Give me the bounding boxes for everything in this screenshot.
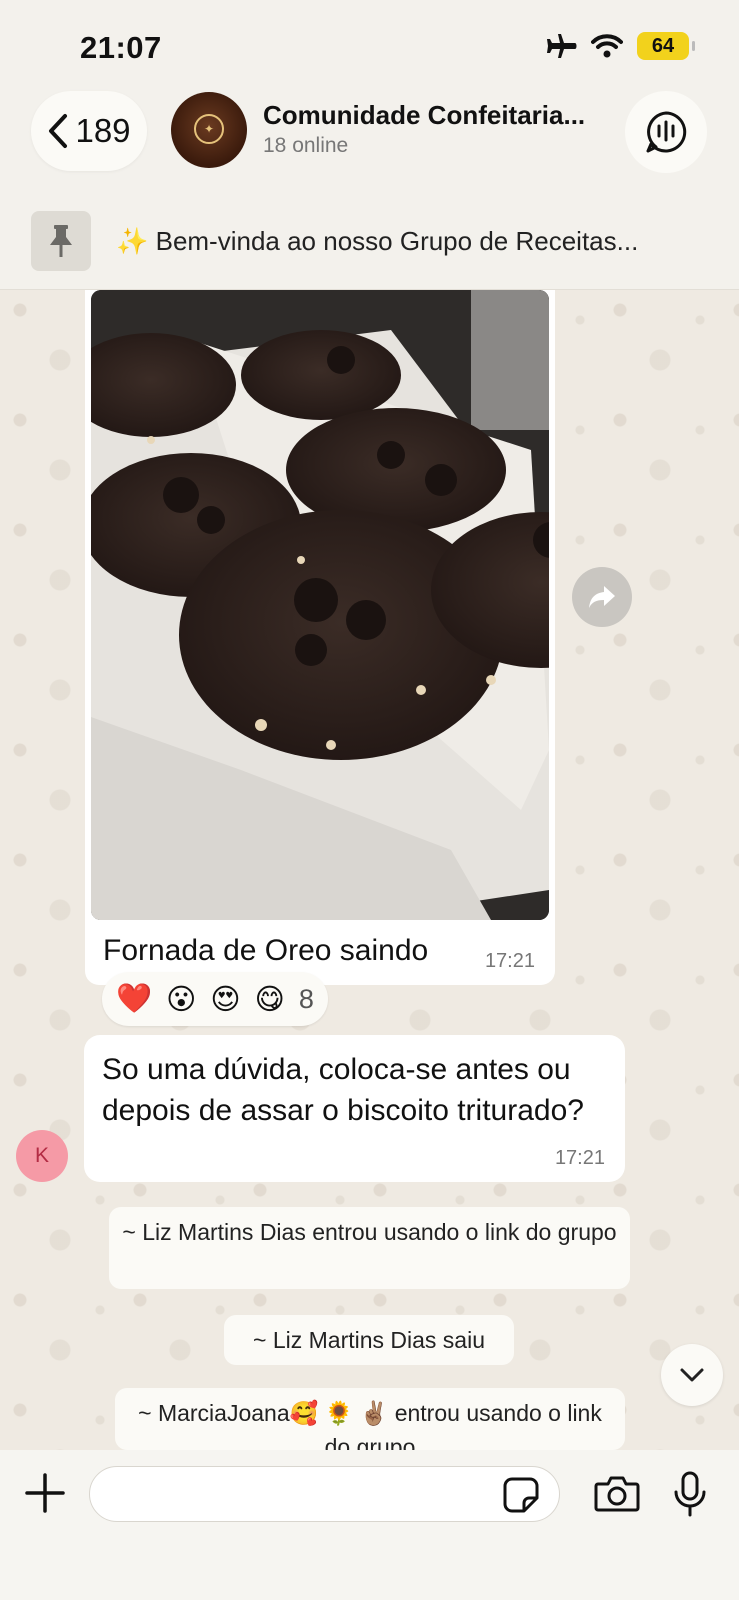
status-bar: 21:07 64: [0, 0, 739, 90]
microphone-icon[interactable]: [672, 1470, 708, 1518]
unread-count: 189: [75, 112, 131, 149]
wifi-icon: [591, 34, 623, 58]
voice-chat-icon: [646, 111, 687, 153]
chevron-down-icon: [680, 1368, 704, 1382]
text-message-bubble[interactable]: So uma dúvida, coloca-se antes ou depois…: [84, 1035, 625, 1182]
group-avatar[interactable]: ✦: [171, 92, 247, 168]
sender-avatar[interactable]: K: [16, 1130, 68, 1182]
system-message: ~ Liz Martins Dias entrou usando o link …: [109, 1207, 630, 1289]
scroll-to-bottom-button[interactable]: [661, 1344, 723, 1406]
message-time: 17:21: [484, 950, 535, 972]
image-message-bubble[interactable]: Fornada de Oreo saindo 17:21: [85, 290, 555, 985]
cookie-photo[interactable]: [91, 290, 549, 920]
pinned-message-text: ✨ Bem-vinda ao nosso Grupo de Receitas..…: [116, 226, 639, 256]
group-name[interactable]: Comunidade Confeitaria...: [263, 100, 603, 131]
plus-icon[interactable]: [24, 1472, 66, 1514]
message-composer: [0, 1450, 739, 1600]
system-message: ~ MarciaJoana🥰 🌻 ✌🏽 entrou usando o link…: [115, 1388, 625, 1450]
message-input[interactable]: [89, 1466, 560, 1522]
back-button[interactable]: 189: [31, 91, 147, 171]
sticker-icon[interactable]: [502, 1476, 540, 1514]
pin-icon: [31, 211, 91, 271]
reaction-heart: ❤️: [116, 983, 153, 1015]
image-caption: Fornada de Oreo saindo: [103, 934, 429, 967]
logo-crest-icon: ✦: [194, 113, 224, 144]
pinned-message-bar[interactable]: ✨ Bem-vinda ao nosso Grupo de Receitas..…: [0, 198, 739, 290]
forward-icon: [589, 586, 615, 608]
reactions-pill[interactable]: ❤️ 😮 😍 😋 8: [102, 972, 328, 1026]
message-text: So uma dúvida, coloca-se antes ou depois…: [102, 1053, 584, 1127]
online-count: 18 online: [263, 134, 349, 157]
battery-indicator: 64: [637, 32, 695, 60]
reaction-count: 8: [298, 983, 314, 1014]
airplane-icon: [547, 34, 577, 58]
reaction-yum: 😋: [254, 983, 285, 1016]
reaction-surprised: 😮: [166, 983, 197, 1016]
system-message: ~ Liz Martins Dias saiu: [224, 1315, 514, 1365]
chat-header: 189 ✦ Comunidade Confeitaria... 18 onlin…: [0, 86, 739, 196]
message-time: 17:21: [554, 1147, 605, 1169]
status-time: 21:07: [80, 30, 162, 65]
chevron-left-icon: [49, 114, 68, 148]
voice-chat-button[interactable]: [625, 91, 707, 173]
reaction-heart-eyes: 😍: [210, 983, 241, 1016]
camera-icon[interactable]: [594, 1474, 640, 1514]
forward-button[interactable]: [572, 567, 632, 627]
